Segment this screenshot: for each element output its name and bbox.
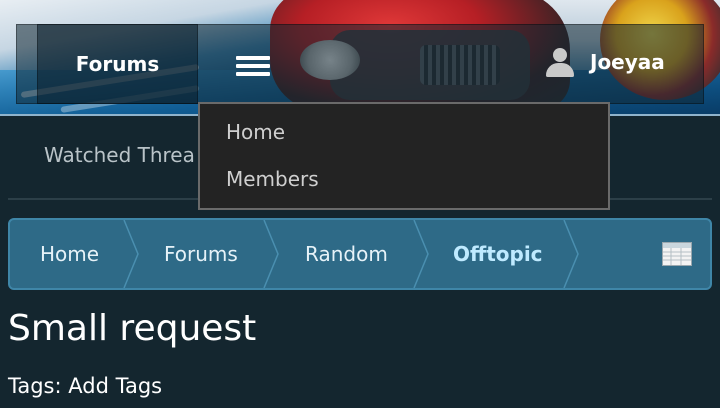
breadcrumb-item-random[interactable]: Random (305, 220, 388, 288)
user-icon (544, 46, 576, 78)
username: Joeyaa (590, 50, 665, 74)
breadcrumb-separator (122, 220, 140, 288)
menu-line (236, 72, 270, 76)
breadcrumb-item-forums[interactable]: Forums (164, 220, 238, 288)
hamburger-menu-icon[interactable] (236, 54, 270, 78)
page-title: Small request (8, 308, 257, 349)
breadcrumb-separator (262, 220, 280, 288)
tags-prefix: Tags: (8, 374, 62, 398)
nav-dropdown-menu: Home Members (198, 102, 610, 210)
thread-tags: Tags: Add Tags (8, 374, 162, 398)
breadcrumb-item-offtopic[interactable]: Offtopic (453, 220, 543, 288)
dropdown-item-members[interactable]: Members (226, 167, 319, 191)
menu-line (236, 64, 270, 68)
dropdown-item-home[interactable]: Home (226, 120, 285, 144)
user-menu[interactable]: Joeyaa (544, 42, 665, 82)
menu-line (236, 56, 270, 60)
add-tags-link[interactable]: Add Tags (68, 374, 162, 398)
breadcrumb-separator (412, 220, 430, 288)
nav-tab-forums[interactable]: Forums (37, 24, 198, 104)
jump-list-icon[interactable] (662, 242, 692, 266)
subtab-watched-threads[interactable]: Watched Threa (44, 143, 195, 167)
breadcrumb-separator (562, 220, 580, 288)
breadcrumb-item-home[interactable]: Home (40, 220, 99, 288)
breadcrumb: Home Forums Random Offtopic (8, 218, 712, 290)
nav-tab-forums-label: Forums (75, 52, 160, 76)
